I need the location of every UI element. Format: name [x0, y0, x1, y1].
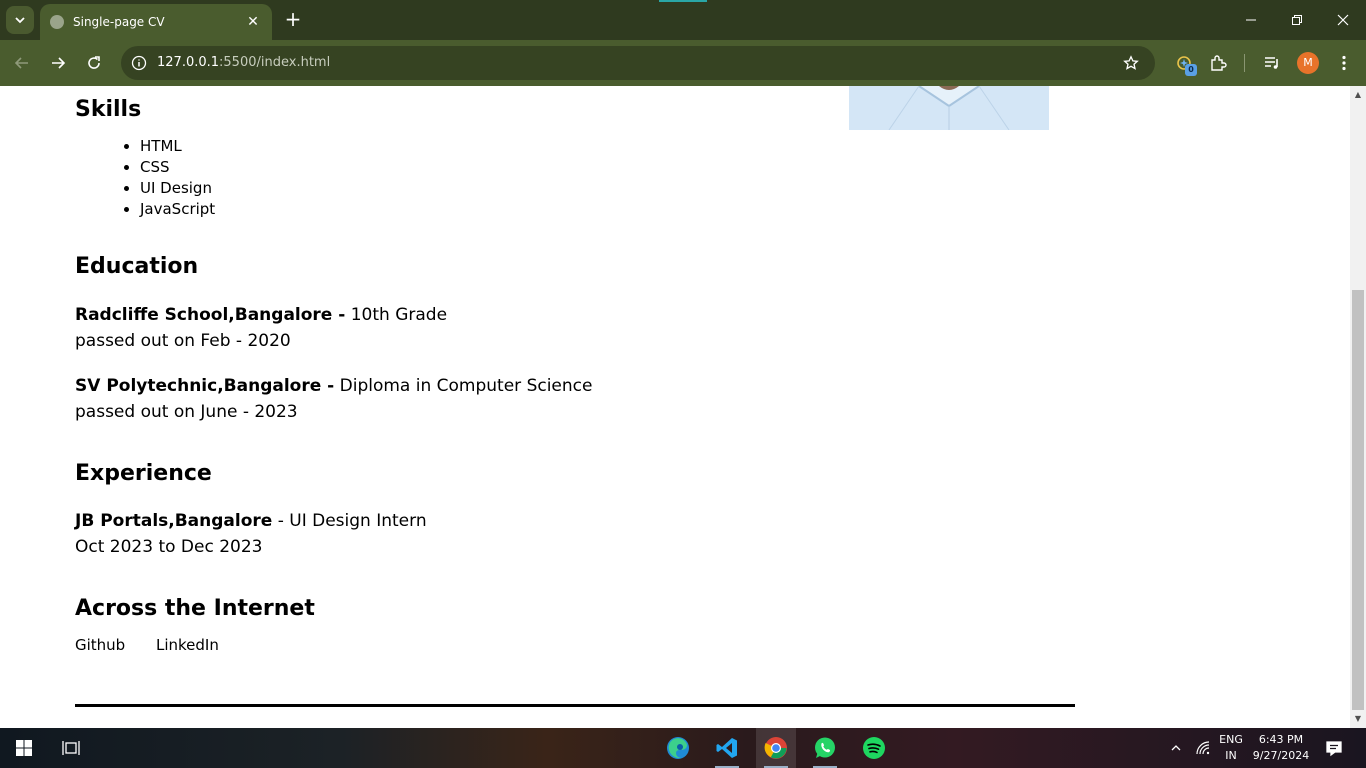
restore-button[interactable] [1274, 0, 1320, 40]
internet-heading: Across the Internet [75, 596, 315, 621]
close-icon [1337, 14, 1349, 26]
chrome-app[interactable] [756, 728, 796, 768]
new-tab-button[interactable]: + [281, 8, 305, 32]
skill-item: JavaScript [140, 199, 215, 220]
chrome-icon [764, 737, 787, 759]
tab-title: Single-page CV [73, 15, 165, 29]
skill-item: CSS [140, 157, 215, 178]
media-control-button[interactable] [1261, 52, 1283, 74]
education-institution: SV Polytechnic,Bangalore - [75, 376, 335, 396]
url-host: 127.0.0.1 [157, 55, 220, 70]
close-tab-icon[interactable]: ✕ [244, 14, 262, 30]
tab-search-button[interactable] [6, 6, 34, 34]
playlist-icon [1265, 57, 1278, 69]
minimize-button[interactable] [1228, 0, 1274, 40]
url-text: 127.0.0.1:5500/index.html [157, 55, 330, 70]
social-links: Github LinkedIn [75, 636, 245, 654]
chevron-up-icon [1171, 745, 1181, 751]
clock[interactable]: 6:43 PM 9/27/2024 [1252, 732, 1310, 764]
skills-list: HTML CSS UI Design JavaScript [140, 136, 215, 220]
language-label: ENG [1219, 733, 1243, 746]
skills-heading: Skills [75, 97, 142, 122]
linkedin-link[interactable]: LinkedIn [156, 636, 219, 654]
vscode-app[interactable] [707, 728, 747, 768]
minimize-icon [1246, 19, 1256, 21]
show-hidden-icons-button[interactable] [1158, 728, 1194, 768]
arrow-right-icon [52, 57, 66, 69]
clock-time: 6:43 PM [1258, 733, 1304, 746]
page-viewport: Skills HTML CSS UI Design JavaScript Edu… [0, 86, 1350, 728]
edge-icon [667, 737, 689, 759]
close-window-button[interactable] [1320, 0, 1366, 40]
footer-divider [75, 704, 1075, 707]
scroll-up-arrow-icon[interactable]: ▲ [1353, 90, 1363, 100]
more-vertical-icon [1342, 55, 1346, 71]
url-path: :5500/index.html [219, 55, 331, 70]
scroll-down-arrow-icon[interactable]: ▼ [1353, 714, 1363, 724]
extension-button[interactable]: 0 [1173, 52, 1197, 76]
network-button[interactable] [1190, 728, 1216, 768]
scrollbar-thumb[interactable] [1352, 290, 1364, 710]
reload-button[interactable] [82, 51, 106, 75]
toolbar-separator [1244, 54, 1245, 72]
skill-item: UI Design [140, 178, 215, 199]
experience-heading: Experience [75, 461, 212, 486]
windows-logo-icon [16, 740, 32, 756]
education-passed: passed out on Feb - 2020 [75, 331, 291, 351]
arrow-left-icon [14, 57, 28, 69]
chevron-down-icon [15, 17, 25, 24]
education-detail: 10th Grade [350, 305, 448, 325]
reload-icon [88, 56, 100, 69]
profile-photo [849, 86, 1049, 130]
tab-strip-accent [659, 0, 707, 2]
spotify-app[interactable] [854, 728, 894, 768]
page-scrollbar[interactable]: ▲ ▼ [1350, 86, 1366, 728]
wifi-icon [1196, 741, 1210, 755]
address-bar[interactable]: 127.0.0.1:5500/index.html [121, 46, 1155, 80]
site-info-icon[interactable] [129, 53, 149, 73]
education-entry-title: Radcliffe School,Bangalore - 10th Grade [75, 305, 447, 325]
bookmark-star-icon[interactable] [1121, 53, 1141, 73]
education-institution: Radcliffe School,Bangalore - [75, 305, 346, 325]
puzzle-icon [1211, 55, 1227, 71]
active-tab[interactable]: Single-page CV ✕ [40, 4, 272, 40]
experience-company: JB Portals,Bangalore [75, 511, 273, 531]
experience-entry-title: JB Portals,Bangalore - UI Design Intern [75, 511, 427, 531]
extension-badge: 0 [1185, 64, 1197, 76]
clock-date: 9/27/2024 [1252, 749, 1310, 762]
forward-button[interactable] [46, 51, 70, 75]
whatsapp-app[interactable] [805, 728, 845, 768]
input-language-indicator[interactable]: ENG IN [1214, 732, 1248, 764]
start-button[interactable] [4, 728, 44, 768]
experience-period: Oct 2023 to Dec 2023 [75, 537, 263, 557]
task-view-button[interactable] [51, 728, 91, 768]
whatsapp-icon [815, 737, 835, 758]
region-label: IN [1225, 749, 1237, 762]
spotify-icon [863, 737, 885, 759]
github-link[interactable]: Github [75, 636, 125, 654]
vscode-icon [716, 738, 737, 758]
extensions-menu-button[interactable] [1207, 52, 1229, 74]
experience-role: - UI Design Intern [277, 511, 427, 531]
notifications-button[interactable] [1318, 728, 1350, 768]
education-entry-title: SV Polytechnic,Bangalore - Diploma in Co… [75, 376, 592, 396]
browser-menu-button[interactable] [1333, 52, 1355, 74]
tab-strip: Single-page CV ✕ + [0, 0, 1366, 40]
notification-icon [1326, 741, 1342, 757]
browser-toolbar: 127.0.0.1:5500/index.html 0 [0, 40, 1366, 86]
task-view-icon [62, 741, 80, 755]
profile-avatar[interactable]: M [1297, 52, 1319, 74]
education-passed: passed out on June - 2023 [75, 402, 298, 422]
skill-item: HTML [140, 136, 215, 157]
globe-icon [50, 15, 64, 29]
edge-app[interactable] [658, 728, 698, 768]
education-heading: Education [75, 254, 199, 279]
taskbar: ENG IN 6:43 PM 9/27/2024 [0, 728, 1366, 768]
restore-icon [1292, 15, 1302, 25]
education-detail: Diploma in Computer Science [339, 376, 593, 396]
back-button[interactable] [10, 51, 34, 75]
